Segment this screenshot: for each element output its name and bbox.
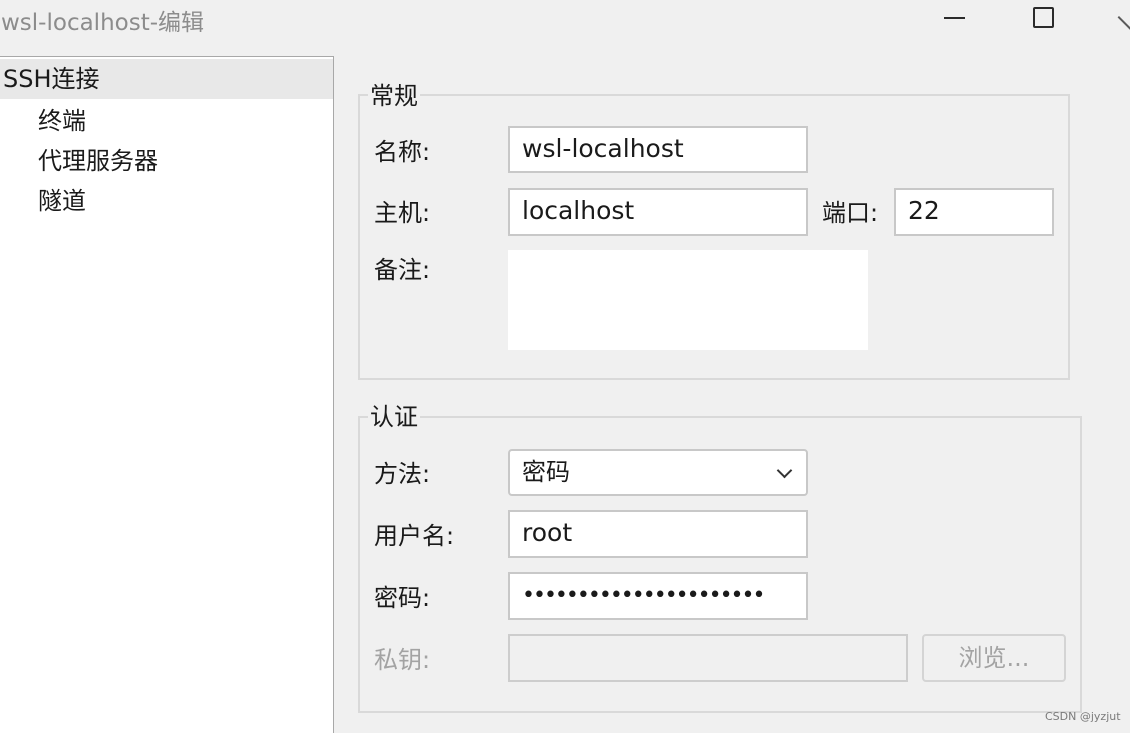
tree-item-tunnel[interactable]: 隧道 (0, 181, 333, 221)
browse-button[interactable]: 浏览... (922, 634, 1066, 682)
close-icon[interactable] (1112, 4, 1130, 30)
auth-method-select[interactable]: 密码 (508, 449, 808, 496)
method-label: 方法: (374, 460, 431, 488)
settings-tree: SSH连接 终端 代理服务器 隧道 (0, 56, 334, 733)
tree-item-proxy-server[interactable]: 代理服务器 (0, 141, 333, 181)
tree-item-terminal[interactable]: 终端 (0, 101, 333, 141)
tree-item-label: 代理服务器 (38, 147, 158, 175)
username-label: 用户名: (374, 522, 455, 550)
port-label: 端口: (822, 199, 879, 227)
note-textarea[interactable] (508, 250, 868, 350)
host-label: 主机: (374, 199, 431, 227)
username-field[interactable]: root (508, 510, 808, 558)
tree-item-label: 隧道 (38, 187, 86, 215)
tree-item-ssh-connection[interactable]: SSH连接 (0, 59, 333, 99)
watermark: CSDN @jyzjut (1045, 710, 1121, 723)
minimize-icon[interactable] (941, 4, 971, 30)
window-title: wsl-localhost-编辑 (1, 10, 205, 36)
private-key-field[interactable] (508, 634, 908, 682)
name-label: 名称: (374, 138, 431, 166)
tree-item-label: SSH连接 (3, 65, 100, 93)
note-label: 备注: (374, 256, 431, 284)
chevron-down-icon (776, 462, 793, 479)
password-field[interactable]: •••••••••••••••••••••• (508, 572, 808, 620)
maximize-icon[interactable] (1031, 4, 1061, 30)
auth-method-value: 密码 (522, 458, 570, 486)
host-field[interactable]: localhost (508, 188, 808, 236)
tree-item-label: 终端 (38, 107, 86, 135)
private-key-label: 私钥: (374, 646, 431, 674)
password-label: 密码: (374, 584, 431, 612)
title-bar: wsl-localhost-编辑 (0, 0, 1130, 40)
auth-group-title: 认证 (368, 402, 420, 432)
session-edit-dialog: wsl-localhost-编辑 SSH连接 终端 代理服务器 隧道 常规 名称… (0, 0, 1130, 733)
general-group-title: 常规 (368, 81, 420, 111)
name-field[interactable]: wsl-localhost (508, 126, 808, 173)
port-field[interactable]: 22 (894, 188, 1054, 236)
